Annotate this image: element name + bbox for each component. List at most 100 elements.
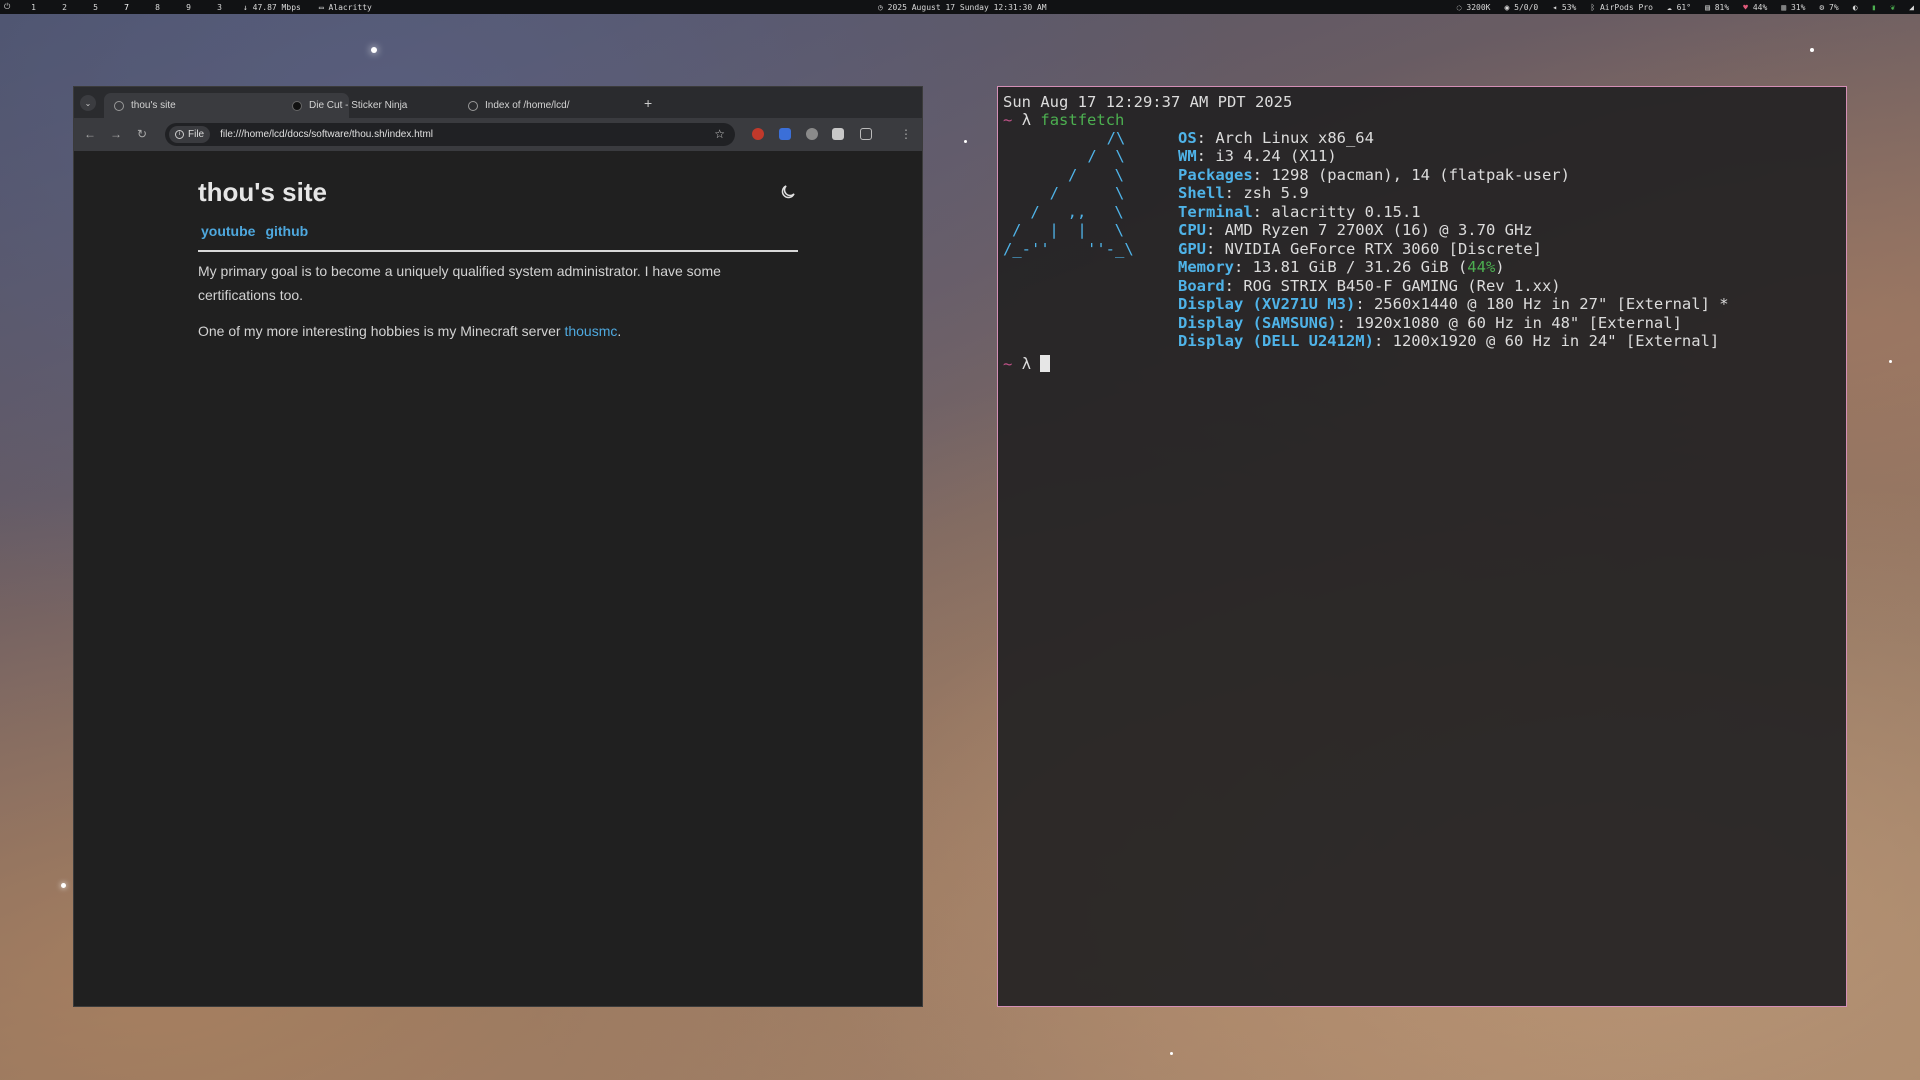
tray-battery-icon[interactable]: ▮ [1872, 3, 1877, 12]
thousmc-link[interactable]: thousmc [564, 323, 617, 339]
info-icon: i [175, 130, 184, 139]
fetch-line-terminal: Terminal: alacritty 0.15.1 [1178, 203, 1421, 221]
background-star [964, 140, 967, 143]
fetch-line-cpu: CPU: AMD Ryzen 7 2700X (16) @ 3.70 GHz [1178, 221, 1533, 239]
background-star [1810, 48, 1814, 52]
puzzle-extensions-icon[interactable] [860, 128, 872, 140]
shield-extension-icon[interactable] [806, 128, 818, 140]
workspace-3[interactable]: 3 [204, 3, 235, 12]
bitwarden-extension-icon[interactable] [779, 128, 791, 140]
date-header: Sun Aug 17 12:29:37 AM PDT 2025 [1003, 93, 1293, 111]
youtube-link[interactable]: youtube [201, 223, 255, 239]
sticker-ninja-icon [292, 100, 302, 111]
url-text[interactable]: file:///home/lcd/docs/software/thou.sh/i… [220, 129, 433, 140]
kebab-menu-icon[interactable]: ⋮ [900, 127, 912, 141]
background-star [61, 883, 66, 888]
prompt-line[interactable]: ~ λ [1003, 355, 1051, 373]
tab-label: thou's site [131, 100, 176, 111]
tab-search-button[interactable]: ⌄ [80, 95, 96, 111]
bluetooth[interactable]: ᛒ AirPods Pro [1590, 3, 1653, 12]
lightbulb-icon: ◌ [1456, 2, 1462, 12]
prompt-tilde: ~ [1003, 111, 1013, 129]
arch-logo-line: / \ [1040, 166, 1124, 184]
prompt-line: ~ λ fastfetch [1003, 111, 1124, 129]
fetch-line-display-2: Display (SAMSUNG): 1920x1080 @ 60 Hz in … [1178, 314, 1682, 332]
bluetooth-icon: ᛒ [1590, 2, 1596, 12]
fetch-line-memory: Memory: 13.81 GiB / 31.26 GiB (44%) [1178, 258, 1505, 276]
tray-network-icon[interactable]: ◢ [1909, 3, 1914, 12]
page-title: thou's site [198, 177, 327, 207]
status-bar-left: ⏻ 1 2 5 7 8 9 3 ↓ 47.87 Mbps ▭ Alacritty [0, 2, 390, 12]
reload-icon[interactable]: ↻ [137, 127, 147, 141]
network-speed-value: 47.87 Mbps [252, 2, 301, 12]
updates: ◉ 5/0/0 [1504, 2, 1539, 12]
address-bar[interactable]: i File file:///home/lcd/docs/software/tho… [165, 123, 735, 146]
moon-icon[interactable] [779, 183, 797, 201]
status-bar-right: ◌ 3200K ◉ 5/0/0 ◂ 53% ᛒ AirPods Pro ☁ 61… [1443, 3, 1914, 12]
fetch-line-wm: WM: i3 4.24 (X11) [1178, 147, 1337, 165]
hobby-paragraph: One of my more interesting hobbies is my… [198, 323, 622, 339]
site-info-chip[interactable]: i File [169, 126, 211, 143]
intro-paragraph: My primary goal is to become a uniquely … [198, 263, 721, 303]
terminal-window[interactable]: Sun Aug 17 12:29:37 AM PDT 2025 ~ λ fast… [997, 86, 1847, 1007]
prompt-tilde: ~ [1003, 355, 1013, 373]
background-star [1170, 1052, 1173, 1055]
active-window: ▭ Alacritty [319, 3, 372, 12]
github-link[interactable]: github [265, 223, 308, 239]
gpu-usage: ♥ 44% [1743, 2, 1768, 12]
gear-icon: ⚙ [1819, 2, 1825, 12]
workspace-8[interactable]: 8 [142, 3, 173, 12]
bookmark-star-icon[interactable]: ☆ [714, 127, 725, 141]
chevron-down-icon: ⌄ [84, 98, 92, 108]
fetch-line-gpu: GPU: NVIDIA GeForce RTX 3060 [Discrete] [1178, 240, 1542, 258]
arch-logo-line: / \ [1050, 147, 1125, 165]
globe-icon [114, 100, 124, 111]
command-text: fastfetch [1040, 111, 1125, 129]
package-icon: ◉ [1504, 2, 1510, 12]
cpu-usage: ▤ 81% [1705, 2, 1730, 12]
power-icon[interactable]: ⏻ [4, 2, 18, 12]
arch-logo-line: / ,, \ [1021, 203, 1124, 221]
cloud-icon: ☁ [1666, 2, 1672, 12]
globe-icon [468, 100, 478, 111]
background-star [1889, 360, 1892, 363]
calendar-extension-icon[interactable] [832, 128, 844, 140]
tab-index-home[interactable]: Index of /home/lcd/ [458, 93, 638, 118]
clock-icon: ◷ [878, 2, 883, 12]
tab-strip: ⌄ thou's site Die Cut - Sticker Ninja In… [74, 87, 922, 118]
prompt-lambda: λ [1021, 355, 1032, 373]
ublock-extension-icon[interactable] [752, 128, 764, 140]
arch-logo-line: / | | \ [1012, 221, 1124, 239]
new-tab-button[interactable]: + [644, 95, 652, 111]
workspace-9[interactable]: 9 [173, 3, 204, 12]
fetch-line-os: OS: Arch Linux x86_64 [1178, 129, 1374, 147]
divider [198, 250, 798, 252]
heart-icon: ♥ [1743, 2, 1748, 12]
text-cursor [1040, 355, 1051, 372]
workspace-5[interactable]: 5 [80, 3, 111, 12]
color-temp: ◌ 3200K [1456, 2, 1491, 12]
tab-label: Index of /home/lcd/ [485, 100, 570, 111]
disk-usage: ⚙ 7% [1819, 2, 1839, 12]
prompt-lambda: λ [1021, 111, 1032, 129]
arch-logo-line: /_-'' ''-_\ [1003, 240, 1134, 258]
fetch-line-display-3: Display (DELL U2412M): 1200x1920 @ 60 Hz… [1178, 332, 1720, 350]
arch-logo-line: / \ [1031, 184, 1125, 202]
workspace-1[interactable]: 1 [18, 3, 49, 12]
workspace-2[interactable]: 2 [49, 3, 80, 12]
memory-icon: ▥ [1781, 2, 1787, 12]
site-nav: youtube github [201, 223, 308, 239]
background-star [371, 47, 377, 53]
tray-leaf-icon[interactable]: ❦ [1890, 3, 1895, 12]
arch-logo-line: /\ [1060, 129, 1126, 147]
active-window-title: Alacritty [328, 2, 372, 12]
forward-arrow-icon[interactable]: → [110, 127, 122, 141]
fetch-line-packages: Packages: 1298 (pacman), 14 (flatpak-use… [1178, 166, 1570, 184]
volume[interactable]: ◂ 53% [1552, 3, 1576, 12]
web-page: thou's site youtube github My primary go… [74, 151, 922, 1006]
workspace-7[interactable]: 7 [111, 3, 142, 12]
status-bar: ⏻ 1 2 5 7 8 9 3 ↓ 47.87 Mbps ▭ Alacritty… [0, 0, 1920, 14]
back-arrow-icon[interactable]: ← [84, 127, 96, 141]
tab-sticker-ninja[interactable]: Die Cut - Sticker Ninja [282, 93, 457, 118]
tray-discord-icon[interactable]: ◐ [1853, 3, 1858, 12]
